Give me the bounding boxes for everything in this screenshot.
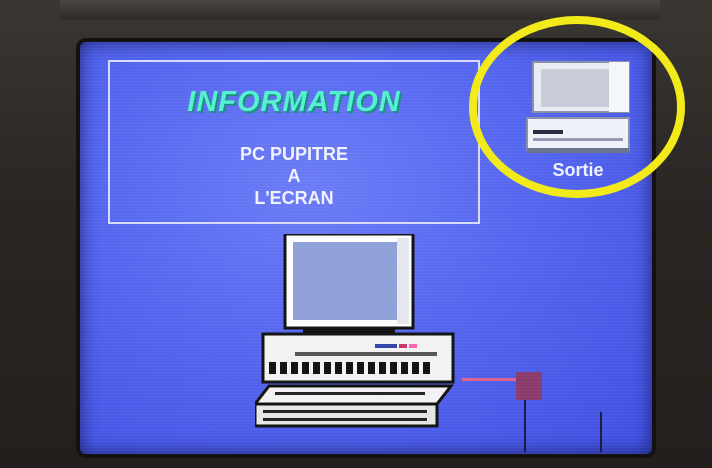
information-title: INFORMATION — [187, 86, 401, 118]
information-panel: INFORMATION PC PUPITRE A L'ECRAN — [108, 60, 480, 224]
info-line-3: L'ECRAN — [254, 188, 334, 208]
info-line-1: PC PUPITRE — [239, 144, 349, 164]
highlight-circle — [469, 16, 685, 198]
info-line-2: A — [287, 166, 301, 186]
cable-connector — [462, 372, 602, 452]
desktop-computer-icon — [255, 234, 455, 428]
